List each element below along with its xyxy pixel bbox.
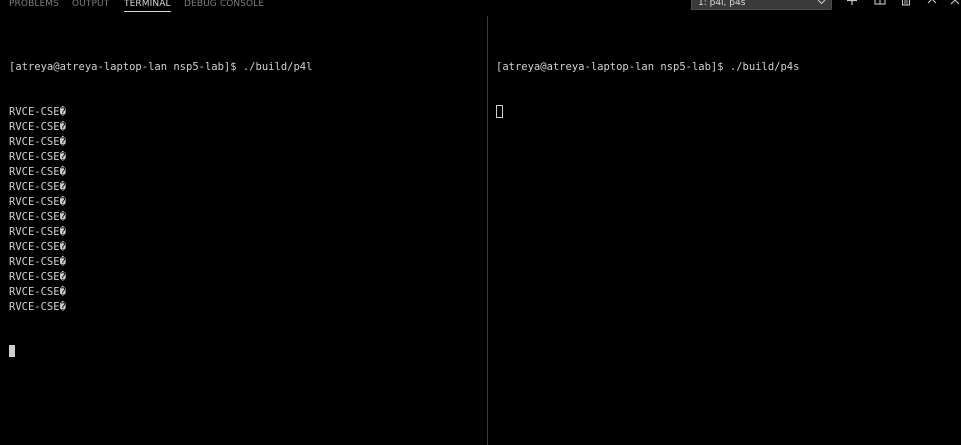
terminal-output-line: RVCE-CSE� [9,196,66,208]
terminal-output-line: RVCE-CSE� [9,226,66,238]
terminal-output-line: RVCE-CSE� [9,106,66,118]
terminal-pane-right[interactable]: [atreya@atreya-laptop-lan nsp5-lab]$ ./b… [488,16,961,445]
terminal-prompt-line: [atreya@atreya-laptop-lan nsp5-lab]$ ./b… [9,61,313,73]
terminal-output-line: RVCE-CSE� [9,256,66,268]
panel-header: PROBLEMS OUTPUT TERMINAL DEBUG CONSOLE 1… [0,0,961,16]
terminal-output-line: RVCE-CSE� [9,241,66,253]
tab-problems[interactable]: PROBLEMS [9,0,59,10]
plus-icon[interactable] [845,0,859,8]
terminal-cursor [496,105,503,118]
terminal-output-line: RVCE-CSE� [9,166,66,178]
terminal-prompt-line: [atreya@atreya-laptop-lan nsp5-lab]$ ./b… [496,61,800,73]
terminal-output-left: [atreya@atreya-laptop-lan nsp5-lab]$ ./b… [9,30,312,390]
terminal-selector-value: 1: p4l, p4s [698,0,746,8]
terminal-output-line: RVCE-CSE� [9,121,66,133]
terminal-cursor-line [496,105,799,120]
chevron-down-icon [817,0,826,5]
split-icon[interactable] [873,0,887,8]
terminal-pane-left[interactable]: [atreya@atreya-laptop-lan nsp5-lab]$ ./b… [0,16,487,445]
terminal-output-line: RVCE-CSE� [9,301,66,313]
terminal-output-line: RVCE-CSE� [9,286,66,298]
terminal-output-line: RVCE-CSE� [9,271,66,283]
terminal-output-line: RVCE-CSE� [9,136,66,148]
terminal-output-lines: RVCE-CSE� RVCE-CSE� RVCE-CSE� RVCE-CSE� RVCE… [9,105,312,315]
terminal-output-line: RVCE-CSE� [9,211,66,223]
chevron-up-icon[interactable] [925,0,939,8]
tab-debug-console[interactable]: DEBUG CONSOLE [184,0,264,10]
terminal-selector[interactable]: 1: p4l, p4s [691,0,832,10]
trash-icon[interactable] [899,0,913,8]
terminal-output-right: [atreya@atreya-laptop-lan nsp5-lab]$ ./b… [496,30,799,150]
close-icon[interactable] [948,0,961,8]
tab-output[interactable]: OUTPUT [72,0,109,10]
terminal-output-line: RVCE-CSE� [9,151,66,163]
terminal-cursor [9,345,15,357]
tab-terminal[interactable]: TERMINAL [124,0,171,12]
terminal-output-line: RVCE-CSE� [9,181,66,193]
terminal-cursor-line [9,345,312,360]
